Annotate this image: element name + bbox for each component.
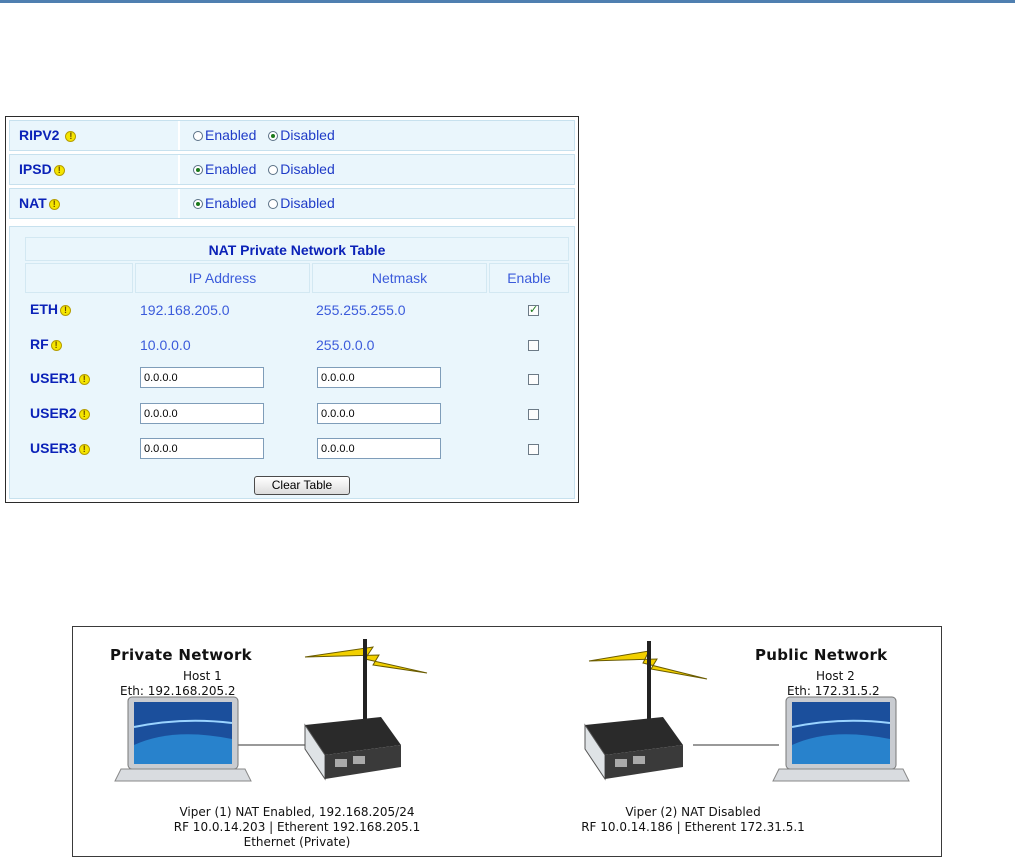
user3-label: USER3 bbox=[30, 440, 77, 456]
ripv2-radio-group: Enabled Disabled bbox=[193, 127, 343, 143]
user2-ip-input[interactable] bbox=[140, 403, 264, 424]
viper1-line1: Viper (1) NAT Enabled, 192.168.205/24 bbox=[179, 805, 415, 819]
rf-ip-value: 10.0.0.0 bbox=[140, 337, 191, 353]
radio-button[interactable] bbox=[193, 131, 203, 141]
nat-radio-group: Enabled Disabled bbox=[193, 195, 343, 211]
viper2-line2: RF 10.0.14.186 | Etherent 172.31.5.1 bbox=[581, 820, 805, 834]
ripv2-label-cell: RIPV2 ! bbox=[10, 121, 180, 150]
rf-netmask-value: 255.0.0.0 bbox=[316, 337, 375, 353]
nat-row: NAT! Enabled Disabled bbox=[9, 188, 575, 219]
host1-eth: Eth: 192.168.205.2 bbox=[120, 684, 236, 698]
host2-name: Host 2 bbox=[816, 669, 855, 683]
top-rule bbox=[0, 0, 1015, 3]
user1-netmask-input[interactable] bbox=[317, 367, 441, 388]
nat-table-title-cell: NAT Private Network Table bbox=[25, 237, 569, 261]
eth-enable-checkbox[interactable] bbox=[528, 303, 539, 316]
user2-enable-checkbox[interactable] bbox=[528, 409, 539, 420]
laptop-icon bbox=[114, 696, 252, 782]
ipsd-label: IPSD bbox=[19, 161, 52, 177]
ip-address-header: IP Address bbox=[135, 263, 310, 293]
router-icon bbox=[304, 639, 401, 781]
user1-enable-checkbox[interactable] bbox=[528, 374, 539, 385]
warning-icon[interactable]: ! bbox=[78, 444, 90, 455]
viper1-line2: RF 10.0.14.203 | Etherent 192.168.205.1 bbox=[173, 820, 421, 834]
rf-enable-checkbox[interactable] bbox=[528, 340, 539, 351]
eth-label: ETH bbox=[30, 301, 58, 317]
viper2-line1: Viper (2) NAT Disabled bbox=[625, 805, 761, 819]
ipsd-label-cell: IPSD! bbox=[10, 155, 180, 184]
radio-label: Enabled bbox=[205, 161, 257, 177]
header-empty-cell bbox=[25, 263, 133, 293]
host1-name: Host 1 bbox=[183, 669, 222, 683]
router-icon bbox=[584, 641, 683, 781]
user1-label: USER1 bbox=[30, 370, 77, 386]
ripv2-enabled-option[interactable]: Enabled bbox=[193, 127, 256, 143]
ripv2-disabled-option[interactable]: Disabled bbox=[268, 127, 335, 143]
router-settings-panel: RIPV2 ! Enabled Disabled IPSD! Enabled D… bbox=[5, 116, 579, 503]
radio-label: Disabled bbox=[280, 127, 335, 143]
ipsd-row: IPSD! Enabled Disabled bbox=[9, 154, 575, 185]
warning-icon[interactable]: ! bbox=[60, 305, 71, 316]
clear-table-button[interactable]: Clear Table bbox=[254, 476, 350, 495]
user3-ip-input[interactable] bbox=[140, 438, 264, 459]
nat-table: NAT Private Network Table IP Address Net… bbox=[9, 226, 575, 499]
network-diagram: Private Network Host 1 Eth: 192.168.205.… bbox=[72, 626, 942, 857]
radio-button[interactable] bbox=[193, 165, 203, 175]
warning-icon[interactable]: ! bbox=[65, 131, 77, 142]
ripv2-label: RIPV2 bbox=[19, 127, 60, 143]
user3-netmask-input[interactable] bbox=[317, 438, 441, 459]
rf-label: RF bbox=[30, 336, 49, 352]
nat-disabled-option[interactable]: Disabled bbox=[268, 195, 335, 211]
nat-table-title: NAT Private Network Table bbox=[208, 242, 386, 258]
warning-icon[interactable]: ! bbox=[78, 409, 90, 420]
radio-button[interactable] bbox=[268, 131, 279, 141]
user2-netmask-input[interactable] bbox=[317, 403, 441, 424]
radio-label: Disabled bbox=[280, 195, 335, 211]
private-network-title: Private Network bbox=[110, 646, 252, 664]
public-network-title: Public Network bbox=[755, 646, 888, 664]
host2-eth: Eth: 172.31.5.2 bbox=[787, 684, 880, 698]
ipsd-radio-group: Enabled Disabled bbox=[193, 161, 343, 177]
warning-icon[interactable]: ! bbox=[50, 340, 62, 351]
warning-icon[interactable]: ! bbox=[48, 199, 60, 210]
radio-button[interactable] bbox=[193, 199, 203, 209]
ipsd-enabled-option[interactable]: Enabled bbox=[193, 161, 256, 177]
warning-icon[interactable]: ! bbox=[53, 165, 65, 176]
radio-label: Enabled bbox=[205, 127, 257, 143]
warning-icon[interactable]: ! bbox=[78, 374, 90, 385]
viper1-line3: Ethernet (Private) bbox=[243, 835, 351, 849]
laptop-icon bbox=[772, 696, 910, 782]
ipsd-disabled-option[interactable]: Disabled bbox=[268, 161, 335, 177]
radio-label: Enabled bbox=[205, 195, 257, 211]
nat-enabled-option[interactable]: Enabled bbox=[193, 195, 256, 211]
eth-netmask-value: 255.255.255.0 bbox=[316, 302, 406, 318]
eth-ip-value: 192.168.205.0 bbox=[140, 302, 230, 318]
user3-enable-checkbox[interactable] bbox=[528, 444, 539, 455]
radio-button[interactable] bbox=[268, 165, 279, 175]
radio-button[interactable] bbox=[268, 199, 279, 209]
ripv2-row: RIPV2 ! Enabled Disabled bbox=[9, 120, 575, 151]
user2-label: USER2 bbox=[30, 405, 77, 421]
nat-label-cell: NAT! bbox=[10, 189, 180, 218]
nat-label: NAT bbox=[19, 195, 47, 211]
enable-header: Enable bbox=[489, 263, 569, 293]
user1-ip-input[interactable] bbox=[140, 367, 264, 388]
netmask-header: Netmask bbox=[312, 263, 487, 293]
radio-label: Disabled bbox=[280, 161, 335, 177]
